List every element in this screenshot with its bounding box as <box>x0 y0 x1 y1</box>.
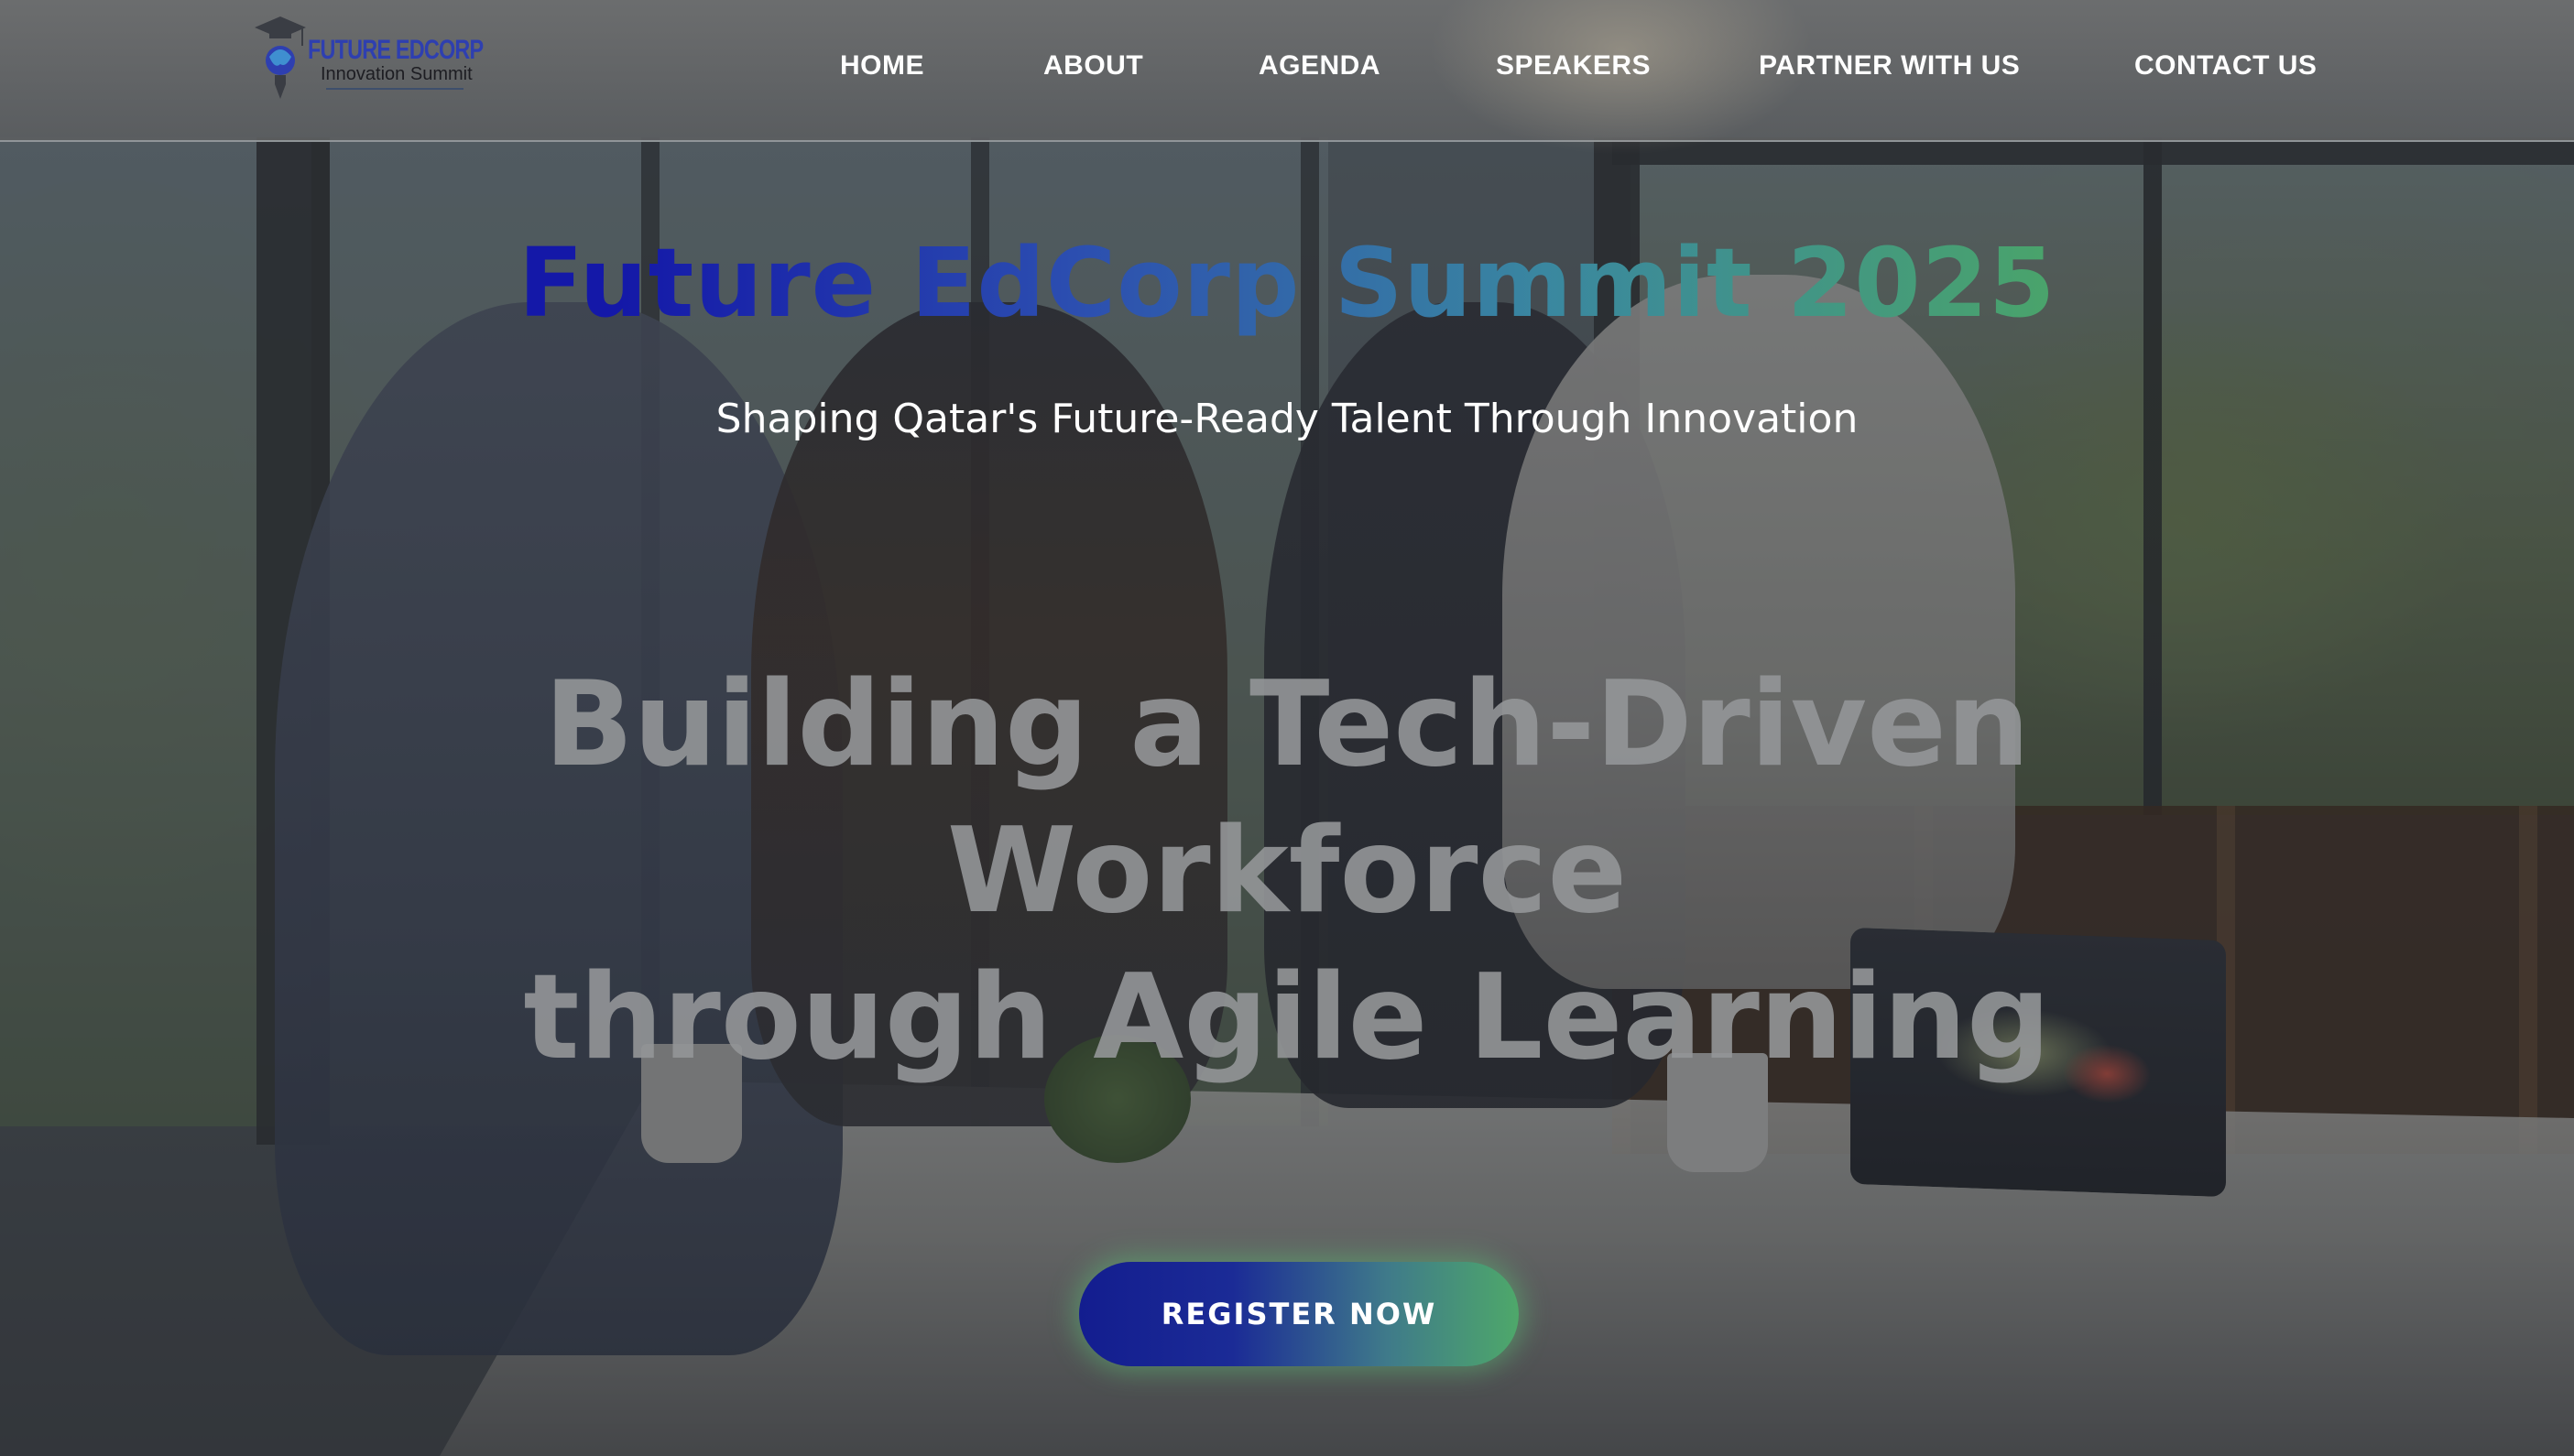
nav-item-about[interactable]: ABOUT <box>1043 50 1143 81</box>
hero-headline-line: through Agile Learning <box>523 950 2051 1086</box>
hero-subtitle: Shaping Qatar's Future-Ready Talent Thro… <box>715 396 1859 442</box>
nav-menu: HOME ABOUT AGENDA SPEAKERS PARTNER WITH … <box>0 0 2574 137</box>
nav-item-speakers[interactable]: SPEAKERS <box>1496 50 1651 81</box>
nav-item-partner-with-us[interactable]: PARTNER WITH US <box>1759 50 2020 81</box>
hero-title: Future EdCorp Summit 2025 <box>0 227 2574 339</box>
nav-item-agenda[interactable]: AGENDA <box>1259 50 1380 81</box>
nav-item-contact-us[interactable]: CONTACT US <box>2134 50 2317 81</box>
nav-item-home[interactable]: HOME <box>840 50 924 81</box>
hero-headline: Building a Tech-Driven Workforce through… <box>371 652 2203 1092</box>
hero-headline-line: Building a Tech-Driven <box>543 657 2031 793</box>
register-now-button[interactable]: REGISTER NOW <box>1079 1262 1519 1366</box>
navbar: FUTURE EDCORP Innovation Summit HOME ABO… <box>0 0 2574 156</box>
hero-headline-line: Workforce <box>946 803 1628 940</box>
hero-section: FUTURE EDCORP Innovation Summit HOME ABO… <box>0 0 2574 1456</box>
